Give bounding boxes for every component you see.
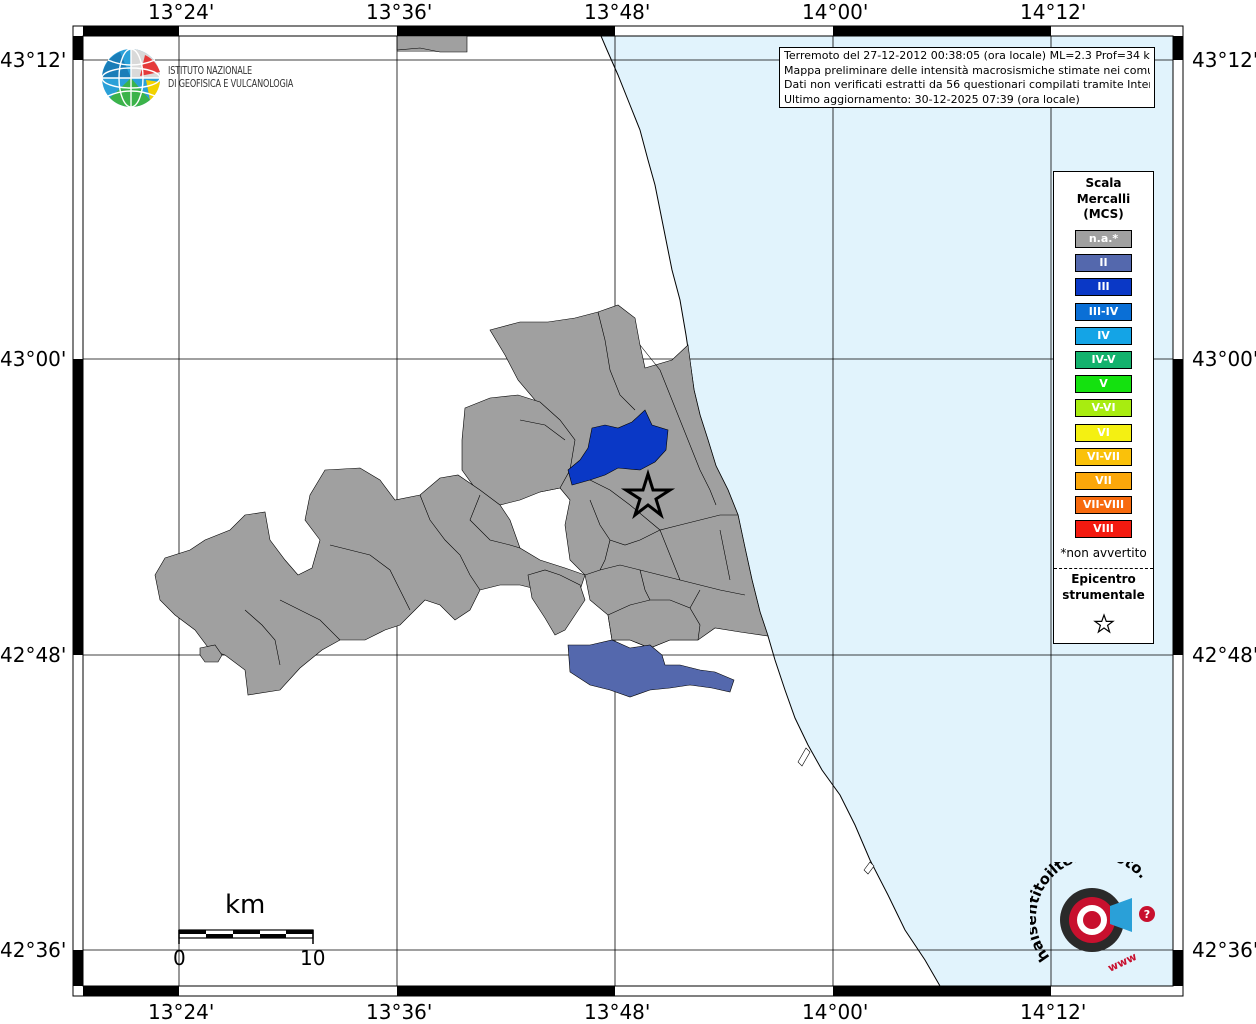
legend-class-0: n.a.* bbox=[1075, 230, 1132, 248]
hst-logo-www: www bbox=[1106, 950, 1139, 975]
event-info-line-2: Mappa preliminare delle intensità macros… bbox=[784, 63, 1150, 77]
legend-class-3: III-IV bbox=[1075, 302, 1132, 321]
scale-bar-unit: km bbox=[225, 890, 266, 920]
institute-line-1: ISTITUTO NAZIONALE bbox=[168, 64, 252, 77]
event-info-line-1: Terremoto del 27-12-2012 00:38:05 (ora l… bbox=[784, 49, 1150, 62]
lon-label-top-3: 13°48' bbox=[584, 0, 651, 24]
legend-star-icon bbox=[1093, 613, 1115, 634]
lon-label-top-1: 13°24' bbox=[148, 0, 215, 24]
lat-label-left-4: 42°36' bbox=[0, 938, 67, 962]
legend-title-line-2: Mercalli bbox=[1076, 191, 1131, 206]
lon-label-top-5: 14°12' bbox=[1020, 0, 1087, 24]
ingv-logo-icon bbox=[101, 48, 161, 108]
scale-bar-end: 10 bbox=[300, 946, 326, 970]
legend-class-7: V-VI bbox=[1075, 399, 1132, 418]
legend-class-10: VII bbox=[1075, 472, 1132, 490]
institute-name: ISTITUTO NAZIONALE DI GEOFISICA E VULCAN… bbox=[168, 64, 293, 90]
event-info-line-4: Ultimo aggiornamento: 30-12-2025 07:39 (… bbox=[784, 92, 1080, 106]
lon-label-bottom-1: 13°24' bbox=[148, 1000, 215, 1024]
legend-class-1: II bbox=[1075, 254, 1132, 273]
lat-label-left-3: 42°48' bbox=[0, 643, 67, 667]
legend-separator bbox=[1054, 568, 1153, 569]
lat-label-left-2: 43°00' bbox=[0, 347, 67, 371]
legend-class-11: VII-VIII bbox=[1075, 496, 1132, 515]
legend-epicenter-line-2: strumentale bbox=[1062, 587, 1145, 602]
hst-logo: haisentitoilterremoto.it ? www bbox=[1030, 862, 1155, 975]
legend-class-4: IV bbox=[1075, 326, 1132, 345]
scale-bar-start: 0 bbox=[173, 946, 186, 970]
event-info-box: Terremoto del 27-12-2012 00:38:05 (ora l… bbox=[779, 47, 1155, 108]
legend-epicenter-line-1: Epicentro bbox=[1071, 572, 1136, 586]
lon-label-bottom-4: 14°00' bbox=[802, 1000, 869, 1024]
lat-label-right-4: 42°36' bbox=[1192, 938, 1256, 962]
event-info-line-3: Dati non verificati estratti da 56 quest… bbox=[784, 78, 1150, 91]
lat-label-right-3: 42°48' bbox=[1192, 643, 1256, 667]
institute-line-2: DI GEOFISICA E VULCANOLOGIA bbox=[168, 77, 294, 90]
lon-label-bottom-2: 13°36' bbox=[366, 1000, 433, 1024]
lon-label-top-4: 14°00' bbox=[802, 0, 869, 24]
legend-title: Scala Mercalli (MCS) bbox=[1054, 176, 1153, 223]
lat-label-right-1: 43°12' bbox=[1192, 48, 1256, 72]
legend-class-12: VIII bbox=[1075, 520, 1132, 539]
legend-title-line-1: Scala bbox=[1085, 176, 1122, 190]
hst-logo-icon bbox=[1060, 888, 1155, 952]
legend-title-line-3: (MCS) bbox=[1083, 207, 1124, 221]
legend-note: *non avvertito bbox=[1060, 546, 1147, 560]
legend-class-9: VI-VII bbox=[1075, 447, 1132, 466]
lon-label-bottom-3: 13°48' bbox=[584, 1000, 651, 1024]
legend-class-2: III bbox=[1075, 278, 1132, 297]
legend-class-5: IV-V bbox=[1075, 351, 1132, 369]
lat-label-left-1: 43°12' bbox=[0, 48, 67, 72]
hst-logo-question: ? bbox=[1144, 908, 1150, 921]
legend-class-8: VI bbox=[1075, 423, 1132, 442]
lat-label-right-2: 43°00' bbox=[1192, 347, 1256, 371]
lon-label-bottom-5: 14°12' bbox=[1020, 1000, 1087, 1024]
lon-label-top-2: 13°36' bbox=[366, 0, 433, 24]
mcs-legend: Scala Mercalli (MCS) n.a.* II III III-IV IV I… bbox=[1053, 171, 1154, 644]
legend-epicenter-label: Epicentro strumentale bbox=[1054, 572, 1153, 603]
legend-class-6: V bbox=[1075, 375, 1132, 394]
